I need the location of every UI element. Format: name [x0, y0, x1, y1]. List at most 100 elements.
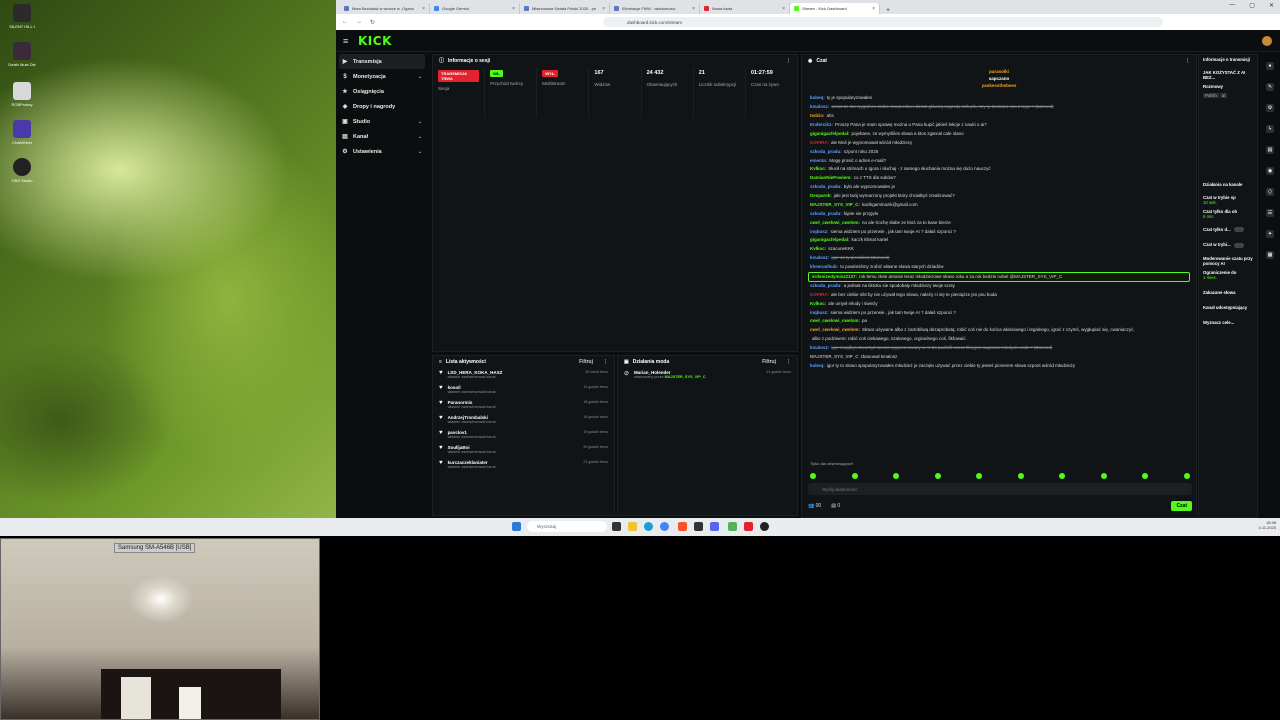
emote-icon[interactable] — [976, 473, 983, 479]
chat-message[interactable]: MAJSTER_SYS_VIP_C zbanował kmalosz — [802, 353, 1196, 362]
back-icon[interactable]: ← — [342, 19, 348, 25]
pinned-user[interactable]: yankessthebees — [982, 83, 1017, 88]
more-icon[interactable]: ⋮ — [786, 58, 791, 64]
chat-username[interactable]: ementa: — [810, 158, 827, 163]
chat-message[interactable]: kubeq: ty je spopularyzowałes — [802, 94, 1196, 103]
chat-username[interactable]: kmalosz: — [810, 345, 829, 350]
close-tab-icon[interactable]: × — [512, 6, 515, 12]
desktop-icon-2[interactable]: ROBProkey — [4, 82, 40, 107]
toolbar-icon[interactable]: ● — [1266, 62, 1274, 70]
chat-username[interactable]: kmalosz: — [810, 255, 829, 260]
terminal-icon[interactable] — [694, 522, 703, 531]
action-ai-moderation[interactable]: Moderowanie czatu przy pomocy AI — [1199, 254, 1257, 268]
chat-message[interactable]: KOPIRA: ale Moś je wypromował wśród młodz… — [802, 138, 1196, 147]
taskview-icon[interactable] — [612, 522, 621, 531]
chat-message[interactable]: giganigacfelpedal: pojebane, ze wymyślile… — [802, 130, 1196, 139]
emote-icon[interactable] — [934, 473, 941, 479]
chat-username[interactable]: KOPIRA: — [810, 292, 829, 297]
browser-tab[interactable]: Nowa karta × — [700, 3, 790, 14]
menu-icon[interactable]: ≡ — [343, 36, 348, 46]
chat-username[interactable]: MAJSTER_SYS_VIP_C — [810, 354, 859, 359]
brave-icon[interactable] — [678, 522, 687, 531]
close-tab-icon[interactable]: × — [872, 6, 875, 12]
close-tab-icon[interactable]: × — [692, 6, 695, 12]
chat-message[interactable]: szkoda_pradu: a jednak na tiktoku sie spo… — [802, 282, 1196, 291]
more-icon[interactable]: ⋮ — [1185, 58, 1190, 64]
sidebar-item-monetyzacja[interactable]: $ Monetyzacja ⌄ — [336, 69, 428, 84]
chat-username[interactable]: Kvlkoc: — [810, 301, 826, 306]
chat-username[interactable]: cwel_cwelowi_cwelom: — [810, 220, 860, 225]
chat-username[interactable]: Kvlkoc: — [810, 246, 826, 251]
sidebar-item-dropy[interactable]: ◆ Dropy i nagrody — [336, 99, 428, 114]
action-toggle[interactable]: Czat tylko d... — [1199, 225, 1257, 234]
filter-button[interactable]: Filtruj — [579, 359, 593, 365]
explorer-icon[interactable] — [628, 522, 637, 531]
chat-username[interactable]: Kvlkoc: — [810, 166, 826, 171]
chat-username[interactable]: MAJSTER_SYS_VIP_C: — [810, 202, 860, 207]
gear-icon[interactable]: ⚙ — [1266, 104, 1274, 112]
chat-message[interactable]: szkoda_pradu: fajnie sie przyjęło — [802, 209, 1196, 218]
close-tab-icon[interactable]: × — [782, 6, 785, 12]
action-restriction[interactable]: Ograniczenie do 1 mies. — [1199, 268, 1257, 282]
chat-username[interactable]: szkoda_pradu: — [810, 283, 842, 288]
pinned-user[interactable]: sapczano — [989, 76, 1010, 81]
reload-icon[interactable]: ↻ — [370, 19, 375, 26]
chat-username[interactable]: cwel_cwelowi_cwelom: — [810, 327, 860, 332]
server-icon[interactable]: ☰ — [1266, 209, 1274, 217]
chat-message[interactable]: Kvlkoc: ale umysł młody i świeży — [802, 299, 1196, 308]
pinned-user[interactable]: parasolki — [989, 69, 1009, 74]
close-window-icon[interactable]: ✕ — [1269, 2, 1274, 9]
chat-message[interactable]: tedzio: ahs — [802, 112, 1196, 121]
chat-username[interactable]: KOPIRA: — [810, 140, 829, 145]
emote-icon[interactable] — [1100, 473, 1107, 479]
chat-message[interactable]: albo z podziwem: robić coś ciekawego, sz… — [802, 335, 1196, 344]
url-field[interactable]: dashboard.kick.com/stream — [603, 17, 1164, 27]
toggle-switch[interactable] — [1233, 227, 1244, 233]
chat-message[interactable]: kmalosz: igor mogłbys stworzyć serwis wyg… — [802, 344, 1196, 353]
sidebar-item-ustawienia[interactable]: ⚙ Ustawienia ⌄ — [336, 144, 428, 159]
app-icon[interactable] — [744, 522, 753, 531]
browser-tab[interactable]: Mam Bezludak w wiosce w ,Ogano × — [340, 3, 430, 14]
chat-username[interactable]: kubeq: — [810, 363, 825, 368]
chat-username[interactable]: erdenizedymisz2137: — [812, 274, 857, 279]
chat-message[interactable]: Kvlkoc: szacuneKKK — [802, 245, 1196, 254]
code-icon[interactable]: ⟨⟩ — [1266, 188, 1274, 196]
forward-icon[interactable]: → — [356, 19, 362, 25]
emote-icon[interactable] — [1017, 473, 1024, 479]
desktop-icon-1[interactable]: Death Must Die — [4, 42, 40, 67]
desktop-icon-4[interactable]: OBS Studio — [4, 158, 40, 183]
filter-button[interactable]: Filtruj — [762, 359, 776, 365]
chat-username[interactable]: szkoda_pradu: — [810, 149, 842, 154]
emote-icon[interactable] — [893, 473, 900, 479]
avatar[interactable] — [1262, 36, 1272, 46]
list-item[interactable]: ♥ kurczaczeklaniater właśnie zaobserwował … — [433, 457, 614, 472]
emote-icon[interactable] — [810, 473, 816, 479]
pen-icon[interactable]: ✎ — [1266, 83, 1274, 91]
chrome-icon[interactable] — [660, 522, 669, 531]
chat-username[interactable]: kheeruslhub: — [810, 264, 838, 269]
minimize-icon[interactable]: — — [1229, 2, 1235, 9]
action-goals[interactable]: Wyznacz cele... — [1199, 318, 1257, 327]
desktop-icon-0[interactable]: SILENT HILL f — [4, 4, 40, 29]
chat-message[interactable]: cwel_cwelowi_cwelom: Słowo używane albo z… — [802, 326, 1196, 335]
action-toggle[interactable]: Czat w trybi... — [1199, 240, 1257, 249]
action-host[interactable]: Kanał udostępniający — [1199, 303, 1257, 312]
browser-tab[interactable]: Eliminacje FMW - wiadomosci × — [610, 3, 700, 14]
chat-message[interactable]: ementa: Mogę prosić o adres e-mail? — [802, 156, 1196, 165]
browser-tab[interactable]: Google Gemini × — [430, 3, 520, 14]
chat-username[interactable]: inqbusz: — [810, 229, 829, 234]
discord-icon[interactable] — [710, 522, 719, 531]
chat-icon[interactable]: ◉ — [1266, 167, 1274, 175]
action-followers-only[interactable]: Czat tylko dla ob 6 min — [1199, 207, 1257, 221]
emote-icon[interactable] — [1059, 473, 1066, 479]
wrench-icon[interactable]: ✦ — [1266, 230, 1274, 238]
grid-icon[interactable]: ▦ — [1266, 251, 1274, 259]
chat-message[interactable]: szkoda_pradu: było ale wypromowałes je — [802, 183, 1196, 192]
list-item[interactable]: ♥ LSD_HERA_KOKA_HASZ właśnie zaobserwował … — [433, 367, 614, 382]
browser-tab-active[interactable]: Stream - Kick Dashboard × — [790, 3, 880, 14]
emote-icon[interactable] — [851, 473, 858, 479]
chat-message[interactable]: Desparek: jaki jest twój wymarzony projek… — [802, 192, 1196, 201]
taskbar-search[interactable]: Wyszukaj — [527, 521, 607, 532]
chat-message[interactable]: kmalosz: wiesz ze kto wygrał ze ciebie sł… — [802, 103, 1196, 112]
chat-message[interactable]: inqbusz: siema widziem po przerwie , jak … — [802, 227, 1196, 236]
